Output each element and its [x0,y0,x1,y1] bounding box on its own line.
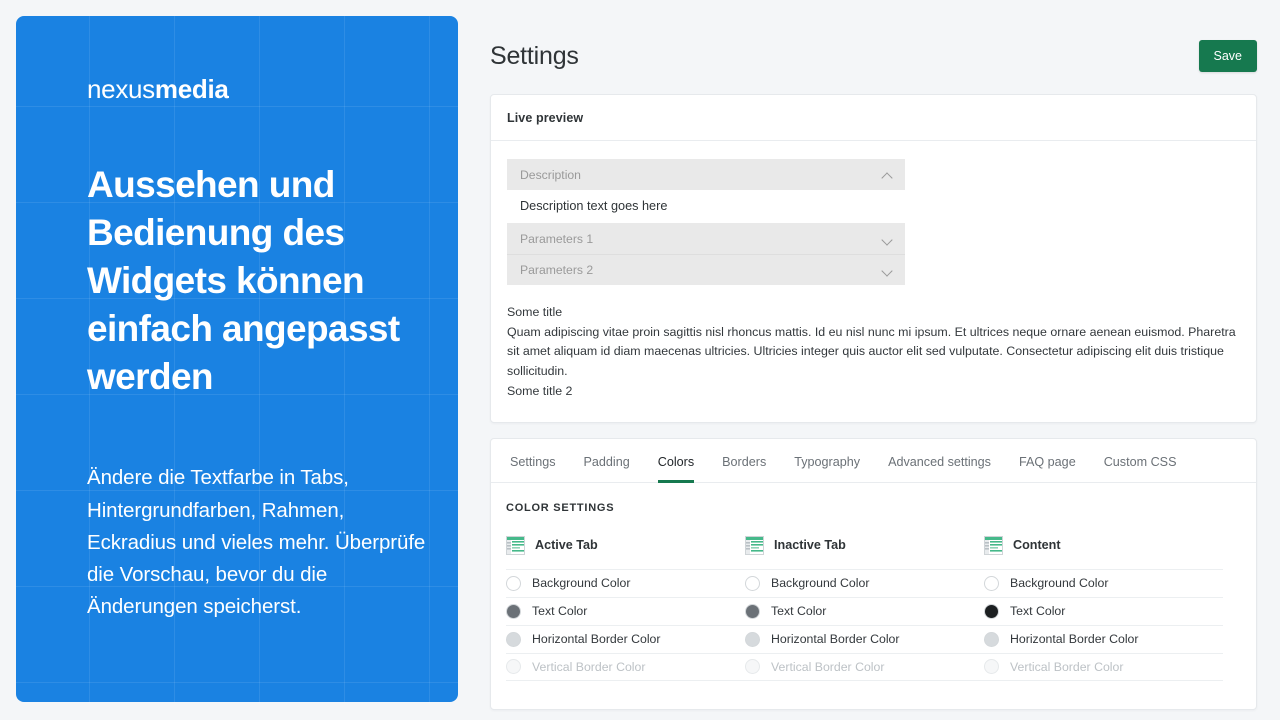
color-column-active-tab: Active Tab Background Color Text Color Hori… [506,535,745,681]
color-swatch [984,659,999,675]
color-swatch[interactable] [984,603,999,619]
color-row-background-color[interactable]: Background Color [984,568,1223,597]
color-row-label: Vertical Border Color [1010,659,1124,674]
color-swatch [745,659,760,675]
accordion-panel-description: Description text goes here [520,199,668,213]
color-row-label: Horizontal Border Color [1010,632,1139,647]
color-row-text-color[interactable]: Text Color [506,596,745,625]
color-row-label: Vertical Border Color [532,659,646,674]
color-swatch [506,659,521,675]
color-column-inactive-tab: Inactive Tab Background Color Text Color Ho… [745,535,984,681]
settings-tabbar: Settings Padding Colors Borders Typography Ad… [491,439,1256,483]
color-swatch[interactable] [745,575,760,591]
color-row-text-color[interactable]: Text Color [745,596,984,625]
color-settings-panel: COLOR SETTINGS Active Tab Background Colo… [491,483,1256,709]
color-swatch[interactable] [984,575,999,591]
color-column-header: Content [984,535,1223,555]
color-row-label: Horizontal Border Color [532,632,661,647]
preview-accordion-group: Description Description text goes here P… [507,159,905,285]
brand-name-light: nexus [87,74,155,104]
color-row-background-color[interactable]: Background Color [745,568,984,597]
table-layout-icon [745,535,764,555]
promo-headline: Aussehen und Bedienung des Widgets könne… [87,164,400,398]
color-row-text-color[interactable]: Text Color [984,596,1223,625]
accordion-label-parameters-2: Parameters 2 [520,263,594,277]
color-column-title: Active Tab [535,538,598,553]
tab-colors[interactable]: Colors [644,439,708,483]
preview-paragraph: Quam adipiscing vitae proin sagittis nis… [507,324,1236,379]
table-layout-icon [984,535,1003,555]
color-swatch[interactable] [745,631,760,647]
tab-borders[interactable]: Borders [708,439,780,482]
app-root: nexusmedia Aussehen und Bedienung des Wi… [0,0,1280,720]
main-content: Settings Save Live preview Description D… [474,0,1280,720]
page-header: Settings Save [490,30,1257,82]
accordion-label-parameters-1: Parameters 1 [520,231,594,246]
color-row-label: Background Color [771,576,870,591]
color-swatch[interactable] [984,631,999,647]
accordion-header-parameters-1[interactable]: Parameters 1 [507,223,905,254]
settings-tabs-card: Settings Padding Colors Borders Typography Ad… [490,437,1257,710]
color-row-label: Background Color [532,576,631,591]
color-row-label: Text Color [771,604,827,619]
accordion-header-description[interactable]: Description [507,159,905,190]
color-swatch[interactable] [506,631,521,647]
color-row-label: Background Color [1010,576,1109,591]
color-swatch[interactable] [506,575,521,591]
color-settings-columns: Active Tab Background Color Text Color Hori… [506,535,1240,681]
tab-typography[interactable]: Typography [780,439,874,482]
live-preview-heading: Live preview [491,95,1256,141]
live-preview-card: Live preview Description Description tex… [490,94,1257,423]
color-row-background-color[interactable]: Background Color [506,568,745,597]
color-row-label: Horizontal Border Color [771,632,900,647]
chevron-up-icon [882,169,894,181]
tab-custom-css[interactable]: Custom CSS [1090,439,1191,482]
preview-title-2: Some title 2 [507,383,573,398]
color-row-vertical-border-color: Vertical Border Color [984,652,1223,681]
tab-settings[interactable]: Settings [496,439,570,482]
promo-panel: nexusmedia Aussehen und Bedienung des Wi… [16,16,458,702]
color-row-horizontal-border-color[interactable]: Horizontal Border Color [506,624,745,653]
color-row-horizontal-border-color[interactable]: Horizontal Border Color [984,624,1223,653]
brand-logo: nexusmedia [87,74,432,105]
preview-title-1: Some title [507,305,563,319]
tab-padding[interactable]: Padding [570,439,644,482]
color-settings-label: COLOR SETTINGS [506,501,615,514]
color-row-vertical-border-color: Vertical Border Color [745,652,984,681]
color-row-label: Text Color [532,604,588,619]
preview-text-block: Some title Quam adipiscing vitae proin s… [507,303,1240,402]
brand-name-bold: media [154,74,229,104]
color-column-content: Content Background Color Text Color Horizon… [984,535,1223,681]
color-row-horizontal-border-color[interactable]: Horizontal Border Color [745,624,984,653]
accordion-label-description: Description [520,167,581,182]
color-swatch[interactable] [745,603,760,619]
color-row-vertical-border-color: Vertical Border Color [506,652,745,681]
color-row-label: Text Color [1010,604,1066,619]
promo-subtext: Ändere die Textfarbe in Tabs, Hintergrun… [87,466,426,619]
chevron-down-icon [882,233,894,245]
tab-advanced-settings[interactable]: Advanced settings [874,439,1005,482]
table-layout-icon [506,535,525,555]
color-column-title: Content [1013,538,1061,553]
color-column-header: Active Tab [506,535,745,555]
tab-faq-page[interactable]: FAQ page [1005,439,1090,482]
color-row-label: Vertical Border Color [771,659,885,674]
color-column-header: Inactive Tab [745,535,984,555]
page-title: Settings [490,41,579,70]
live-preview-body: Description Description text goes here P… [491,141,1256,422]
color-column-title: Inactive Tab [774,538,846,553]
save-button[interactable]: Save [1198,40,1257,72]
accordion-header-parameters-2[interactable]: Parameters 2 [507,254,905,285]
color-swatch[interactable] [506,603,521,619]
chevron-down-icon [882,264,894,276]
